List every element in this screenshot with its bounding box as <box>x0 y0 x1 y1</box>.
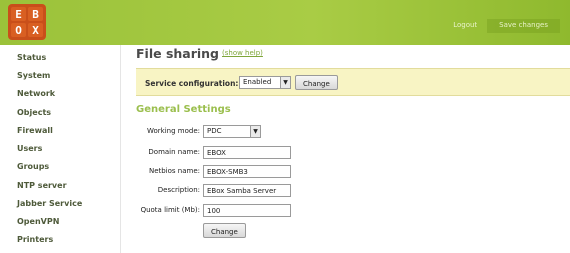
sidebar-item-network[interactable]: Network <box>17 89 55 98</box>
service-config-label: Service configuration: <box>145 79 239 88</box>
quota-limit-label: Quota limit (Mb): <box>140 206 200 214</box>
save-changes-link[interactable]: Save changes <box>487 19 560 33</box>
header-links: Logout Save changes <box>443 19 560 33</box>
sidebar-item-system[interactable]: System <box>17 71 50 80</box>
sidebar-item-users[interactable]: Users <box>17 144 42 153</box>
service-change-button[interactable]: Change <box>295 75 338 90</box>
logo-letter: X <box>28 23 43 37</box>
working-mode-select[interactable]: PDC ▼ <box>203 125 261 138</box>
show-help-link[interactable]: (show help) <box>222 49 263 57</box>
netbios-name-field[interactable]: EBOX-SMB3 <box>203 165 291 178</box>
description-label: Description: <box>157 186 200 194</box>
quota-limit-field[interactable]: 100 <box>203 204 291 217</box>
service-status-value: Enabled <box>243 78 272 86</box>
service-status-select[interactable]: Enabled ▼ <box>239 76 291 89</box>
domain-name-field[interactable]: EBOX <box>203 146 291 159</box>
sidebar-item-firewall[interactable]: Firewall <box>17 126 53 135</box>
logo-letter: B <box>28 7 43 21</box>
working-mode-label: Working mode: <box>147 127 200 135</box>
sidebar-item-groups[interactable]: Groups <box>17 162 49 171</box>
working-mode-value: PDC <box>207 127 222 135</box>
sidebar-item-objects[interactable]: Objects <box>17 108 51 117</box>
logout-link[interactable]: Logout <box>443 19 487 33</box>
netbios-name-label: Netbios name: <box>148 167 200 175</box>
top-header-bar: E B O X Logout Save changes <box>0 0 570 45</box>
description-field[interactable]: EBox Samba Server <box>203 184 291 197</box>
page-title: File sharing <box>136 46 220 61</box>
sidebar-item-printers[interactable]: Printers <box>17 235 53 244</box>
sidebar-menu: Status System Network Objects Firewall U… <box>0 45 120 253</box>
domain-name-label: Domain name: <box>148 148 200 156</box>
settings-change-button[interactable]: Change <box>203 223 246 238</box>
ebox-logo[interactable]: E B O X <box>8 4 46 40</box>
chevron-down-icon: ▼ <box>250 126 260 137</box>
sidebar-item-openvpn[interactable]: OpenVPN <box>17 217 59 226</box>
sidebar-item-status[interactable]: Status <box>17 53 46 62</box>
logo-letter: E <box>11 7 26 21</box>
sidebar-item-ntp[interactable]: NTP server <box>17 181 67 190</box>
chevron-down-icon: ▼ <box>280 77 290 88</box>
general-settings-heading: General Settings <box>136 104 231 115</box>
sidebar-item-jabber[interactable]: Jabber Service <box>17 199 82 208</box>
logo-letter: O <box>11 23 26 37</box>
